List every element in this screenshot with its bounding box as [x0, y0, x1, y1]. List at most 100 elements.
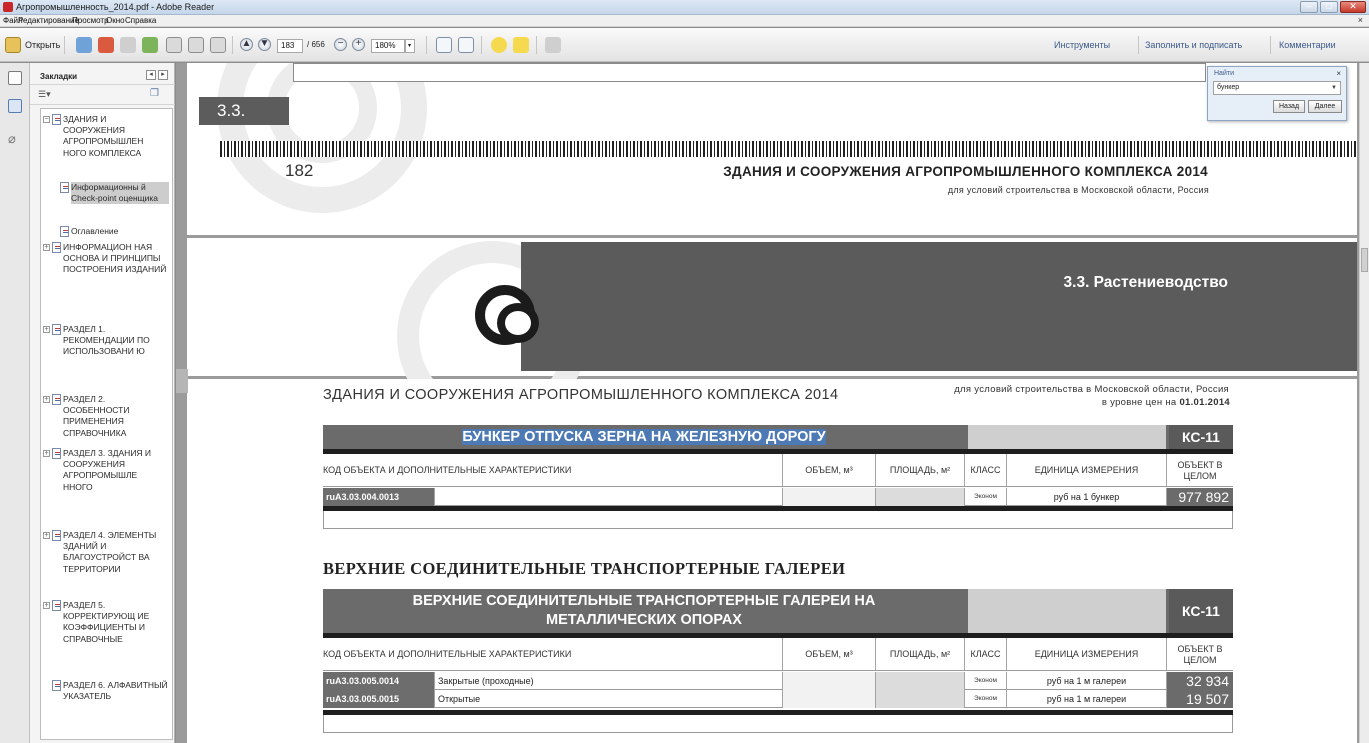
expand-icon[interactable]: + [43, 602, 50, 609]
vertical-scrollbar[interactable] [1359, 63, 1369, 743]
find-close-icon[interactable]: × [1336, 69, 1341, 78]
zoom-dropdown-icon[interactable]: ▾ [405, 39, 415, 53]
price-level-label: в уровне цен на [1101, 397, 1180, 408]
tools-tab[interactable]: Инструменты [1054, 38, 1110, 53]
maximize-button[interactable]: □ [1320, 1, 1338, 13]
row-code: ruA3.03.005.0014 [323, 672, 435, 690]
title-bar: Агропромышленность_2014.pdf - Adobe Read… [0, 0, 1369, 15]
page-number: 182 [285, 161, 314, 180]
cloud-icon[interactable] [142, 37, 158, 53]
comments-tab[interactable]: Комментарии [1279, 38, 1336, 53]
table-header-blank [968, 589, 1166, 633]
bookmarks-icon[interactable] [8, 99, 22, 113]
bookmark-item[interactable]: + РАЗДЕЛ 3. ЗДАНИЯ И СООРУЖЕНИЯ АГРОПРОМЫ… [41, 447, 172, 525]
table-title: ВЕРХНИЕ СОЕДИНИТЕЛЬНЫЕ ТРАНСПОРТЕРНЫЕ ГА… [412, 593, 876, 628]
window-title: Агропромышленность_2014.pdf - Adobe Read… [16, 2, 215, 12]
panel-collapse-icon[interactable]: ◂ [146, 70, 156, 80]
highlight-icon[interactable] [513, 37, 529, 53]
fit-width-icon[interactable] [458, 37, 474, 53]
expand-icon[interactable]: + [43, 244, 50, 251]
fit-page-icon[interactable] [436, 37, 452, 53]
previous-page-icon[interactable]: ▲ [240, 38, 253, 51]
collapse-icon[interactable]: − [43, 116, 50, 123]
zoom-select[interactable]: 180% [371, 39, 405, 53]
find-input[interactable]: бункер ▼ [1213, 81, 1341, 95]
close-document-icon[interactable]: × [1358, 15, 1363, 25]
section-banner-title: 3.3. Растениеводство [1063, 274, 1228, 291]
page-header-title: ЗДАНИЯ И СООРУЖЕНИЯ АГРОПРОМЫШЛЕННОГО КО… [723, 164, 1208, 179]
toolbar-separator [64, 36, 65, 54]
row-class: Эконом [965, 488, 1007, 506]
menu-help[interactable]: Справка [125, 16, 156, 25]
bookmark-label: РАЗДЕЛ 6. АЛФАВИТНЫЙ УКАЗАТЕЛЬ [63, 680, 168, 702]
next-page-icon[interactable]: ▼ [258, 38, 271, 51]
print-icon[interactable] [188, 37, 204, 53]
comment-icon[interactable] [491, 37, 507, 53]
panel-options-icon[interactable]: ▸ [158, 70, 168, 80]
page-thumbnails-icon[interactable] [8, 71, 22, 85]
bookmark-icon [52, 448, 61, 459]
bookmark-item[interactable]: РАЗДЕЛ 6. АЛФАВИТНЫЙ УКАЗАТЕЛЬ [41, 679, 172, 719]
section-number-label: 3.3. [199, 97, 289, 125]
table-column-headers: КОД ОБЪЕКТА И ДОПОЛНИТЕЛЬНЫЕ ХАРАКТЕРИСТ… [323, 638, 1233, 671]
row-area [876, 672, 965, 690]
row-area [876, 488, 965, 506]
col-volume: ОБЪЕМ, м³ [783, 638, 876, 671]
toolbar-separator [1138, 36, 1139, 54]
bookmark-label: РАЗДЕЛ 1. РЕКОМЕНДАЦИИ ПО ИСПОЛЬЗОВАНИ Ю [63, 324, 150, 357]
table-code: КС-11 [1169, 589, 1233, 633]
bookmark-label: Информационны й Check-point оценщика [71, 182, 169, 205]
bookmark-icon [52, 600, 61, 611]
expand-icon[interactable]: + [43, 326, 50, 333]
row-unit: руб на 1 бункер [1007, 488, 1167, 506]
col-class: КЛАСС [965, 454, 1007, 487]
find-next-button[interactable]: Далее [1308, 100, 1342, 113]
table-column-headers: КОД ОБЪЕКТА И ДОПОЛНИТЕЛЬНЫЕ ХАРАКТЕРИСТ… [323, 454, 1233, 487]
page-number-input[interactable]: 183 [277, 39, 303, 53]
bookmark-icon [52, 530, 61, 541]
zoom-out-icon[interactable]: − [334, 38, 347, 51]
bookmark-item[interactable]: + РАЗДЕЛ 2. ОСОБЕННОСТИ ПРИМЕНЕНИЯ СПРАВО… [41, 393, 172, 443]
row-volume [783, 690, 876, 708]
bookmark-item[interactable]: Информационны й Check-point оценщика [41, 181, 172, 223]
close-button[interactable]: ✕ [1340, 1, 1366, 13]
bookmark-item[interactable]: Оглавление [41, 225, 172, 239]
menu-edit[interactable]: Редактирование [18, 16, 79, 25]
col-volume: ОБЪЕМ, м³ [783, 454, 876, 487]
find-input-value: бункер [1217, 84, 1240, 91]
find-dropdown-icon[interactable]: ▼ [1331, 82, 1337, 94]
bookmark-label: Оглавление [71, 226, 119, 236]
expand-icon[interactable]: + [43, 532, 50, 539]
menu-view[interactable]: Просмотр [72, 16, 109, 25]
find-previous-button[interactable]: Назад [1273, 100, 1305, 113]
open-button[interactable]: Открыть [25, 40, 60, 50]
bookmark-item[interactable]: − ЗДАНИЯ И СООРУЖЕНИЯ АГРОПРОМЫШЛЕН НОГО … [41, 113, 172, 179]
email-icon[interactable] [210, 37, 226, 53]
attachments-icon[interactable]: ⌀ [8, 131, 22, 146]
page-top-strip [293, 63, 1206, 82]
bookmark-item[interactable]: + РАЗДЕЛ 5. КОРРЕКТИРУЮЩ ИЕ КОЭФФИЦИЕНТЫ … [41, 599, 172, 675]
minimize-button[interactable]: – [1300, 1, 1318, 13]
bookmark-item[interactable]: + ИНФОРМАЦИОН НАЯ ОСНОВА И ПРИНЦИПЫ ПОСТР… [41, 241, 172, 319]
new-bookmark-icon[interactable]: ❐ [150, 88, 159, 99]
save-icon[interactable] [166, 37, 182, 53]
create-pdf-icon[interactable] [76, 37, 92, 53]
expand-icon[interactable] [545, 37, 561, 53]
menu-window[interactable]: Окно [106, 16, 125, 25]
fill-and-sign-tab[interactable]: Заполнить и подписать [1145, 38, 1242, 53]
row-class: Эконом [965, 672, 1007, 690]
open-folder-icon[interactable] [5, 37, 21, 53]
row-area [876, 690, 965, 708]
zoom-in-icon[interactable]: + [352, 38, 365, 51]
bookmark-item[interactable]: + РАЗДЕЛ 4. ЭЛЕМЕНТЫ ЗДАНИЙ И БЛАГОУСТРОЙ… [41, 529, 172, 595]
scrollbar-thumb[interactable] [1361, 248, 1368, 272]
expand-icon[interactable]: + [43, 450, 50, 457]
expand-icon[interactable]: + [43, 396, 50, 403]
export-icon[interactable] [98, 37, 114, 53]
toolbar-separator [481, 36, 482, 54]
edit-icon[interactable] [120, 37, 136, 53]
page-header-subtitle: для условий строительства в Московской о… [954, 384, 1229, 395]
bookmark-item[interactable]: + РАЗДЕЛ 1. РЕКОМЕНДАЦИИ ПО ИСПОЛЬЗОВАНИ … [41, 323, 172, 389]
bookmark-options-icon[interactable]: ☰▾ [38, 89, 51, 100]
section-logo-icon [475, 285, 539, 345]
